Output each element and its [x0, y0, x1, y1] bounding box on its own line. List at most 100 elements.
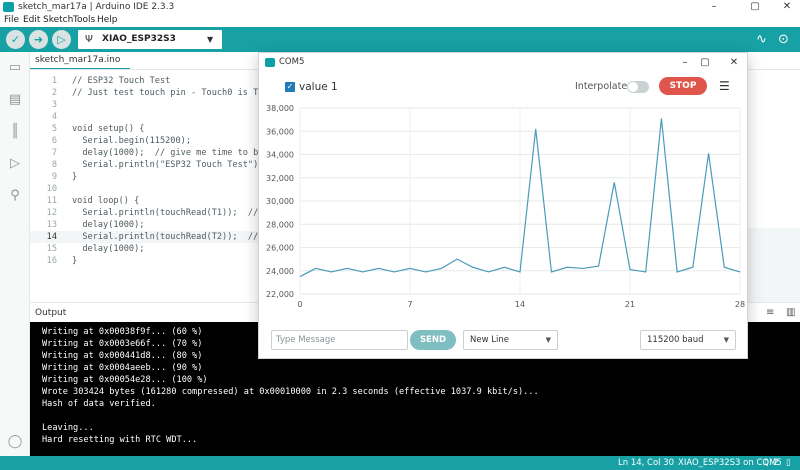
notification-count: 2 — [773, 458, 779, 468]
debug-button[interactable]: ▷ — [52, 30, 71, 49]
code-text: delay(1000); // give me time to brin — [72, 148, 274, 158]
code-text: delay(1000); — [72, 220, 145, 230]
send-button[interactable]: SEND — [410, 330, 456, 350]
plotter-maximize-button[interactable]: ▢ — [695, 53, 715, 72]
code-line[interactable]: 11 void loop() { — [30, 195, 270, 207]
debugger-icon: ▷ — [57, 33, 66, 46]
tab-sketch[interactable]: sketch_mar17a.ino — [30, 52, 130, 70]
serial-plotter-icon[interactable]: ∿ — [756, 30, 767, 49]
code-text: Serial.println("ESP32 Touch Test"); — [72, 160, 264, 170]
interpolate-toggle[interactable] — [627, 81, 649, 93]
line-number: 3 — [51, 100, 57, 110]
code-line[interactable]: 9} — [30, 171, 270, 183]
console-line: Writing at 0x00054e28... (100 %) — [42, 375, 208, 385]
console-line: Wrote 303424 bytes (161280 compressed) a… — [42, 387, 539, 397]
close-button[interactable]: ✕ — [772, 0, 800, 14]
line-ending-value: New Line — [470, 335, 509, 345]
window-title: sketch_mar17a | Arduino IDE 2.3.3 — [18, 2, 175, 12]
code-line[interactable]: 7 delay(1000); // give me time to brin — [30, 147, 274, 159]
code-line[interactable]: 1 // ESP32 Touch Test — [30, 75, 270, 87]
boards-manager-icon[interactable]: ▤ — [7, 92, 23, 108]
cursor-position[interactable]: Ln 14, Col 30 — [618, 456, 674, 470]
menu-bar: File Edit Sketch Tools Help — [0, 14, 800, 27]
code-text: // ESP32 Touch Test — [72, 76, 171, 86]
code-line[interactable]: 13 delay(1000); — [30, 219, 270, 231]
code-text: void loop() { — [72, 196, 140, 206]
code-text: Serial.begin(115200); — [72, 136, 191, 146]
activity-bar: ▭ ▤ ║ ▷ ⚲ ◯ — [0, 52, 30, 470]
message-input[interactable] — [271, 330, 408, 350]
maximize-button[interactable]: ▢ — [740, 0, 770, 14]
plotter-close-button[interactable]: ✕ — [724, 53, 744, 72]
line-number: 6 — [51, 136, 57, 146]
lock-scroll-icon[interactable]: ▥ — [786, 303, 795, 323]
baud-value: 115200 baud — [647, 335, 704, 345]
menu-file[interactable]: File — [4, 14, 19, 27]
chevron-down-icon: ▼ — [207, 35, 214, 44]
upload-button[interactable]: ➜ — [29, 30, 48, 49]
title-bar: sketch_mar17a | Arduino IDE 2.3.3 – ▢ ✕ — [0, 0, 800, 14]
line-ending-select[interactable]: New Line ▼ — [463, 330, 558, 350]
search-icon[interactable]: ⚲ — [7, 188, 23, 204]
y-tick-label: 24,000 — [266, 267, 294, 276]
y-tick-label: 22,000 — [266, 290, 294, 299]
line-number: 2 — [51, 88, 57, 98]
code-text: } — [72, 172, 78, 182]
x-tick-label: 7 — [407, 300, 412, 309]
y-tick-label: 26,000 — [266, 244, 294, 253]
library-icon[interactable]: ║ — [7, 124, 23, 140]
plotter-app-icon — [265, 58, 275, 67]
menu-tools[interactable]: Tools — [73, 14, 95, 27]
code-line[interactable]: 5 void setup() { — [30, 123, 270, 135]
code-line[interactable]: 15 delay(1000); — [30, 243, 270, 255]
console-line: Writing at 0x00038f9f... (60 %) — [42, 327, 203, 337]
folder-icon[interactable]: ▭ — [7, 60, 23, 76]
code-text: delay(1000); — [72, 244, 145, 254]
code-line[interactable]: 14 Serial.println(touchRead(T2)); // ge — [30, 231, 274, 243]
board-selector[interactable]: Ψ XIAO_ESP32S3 ▼ — [78, 30, 222, 49]
minimize-button[interactable]: – — [699, 0, 729, 14]
notification-bell-icon[interactable]: ♫ — [762, 456, 770, 470]
stop-button[interactable]: STOP — [659, 77, 707, 95]
menu-help[interactable]: Help — [97, 14, 118, 27]
console-line: Writing at 0x0004aeeb... (90 %) — [42, 363, 203, 373]
debug-icon[interactable]: ▷ — [7, 156, 23, 172]
menu-edit[interactable]: Edit — [23, 14, 40, 27]
code-line[interactable]: 10 — [30, 183, 270, 195]
clear-output-icon[interactable]: ≡ — [766, 303, 774, 323]
code-text: Serial.println(touchRead(T2)); // ge — [72, 232, 274, 242]
x-tick-label: 28 — [735, 300, 745, 309]
code-line[interactable]: 16} — [30, 255, 270, 267]
code-line[interactable]: 12 Serial.println(touchRead(T1)); // ge — [30, 207, 274, 219]
baud-select[interactable]: 115200 baud ▼ — [640, 330, 736, 350]
code-text: } — [72, 256, 78, 266]
code-line[interactable]: 4 — [30, 111, 270, 123]
code-line[interactable]: 3 — [30, 99, 270, 111]
line-number: 14 — [46, 232, 57, 242]
line-number: 11 — [46, 196, 57, 206]
account-icon[interactable]: ◯ — [7, 434, 23, 450]
code-line[interactable]: 8 Serial.println("ESP32 Touch Test"); — [30, 159, 270, 171]
arduino-app-icon — [3, 2, 14, 12]
plotter-title: COM5 — [279, 57, 305, 67]
serial-monitor-icon[interactable]: ⊙ — [778, 30, 789, 49]
series-checkbox[interactable]: ✓ — [285, 82, 295, 92]
console-line: Leaving... — [42, 423, 94, 433]
menu-sketch[interactable]: Sketch — [43, 14, 73, 27]
editor-gutter-shade — [748, 228, 800, 302]
line-number: 5 — [51, 124, 57, 134]
toolbar: ✓ ➜ ▷ Ψ XIAO_ESP32S3 ▼ ∿ ⊙ — [0, 27, 800, 52]
code-line[interactable]: 6 Serial.begin(115200); — [30, 135, 270, 147]
clear-plot-icon[interactable]: ☰ — [719, 79, 730, 93]
plotter-minimize-button[interactable]: – — [675, 53, 695, 72]
x-tick-label: 14 — [515, 300, 525, 309]
code-line[interactable]: 2 // Just test touch pin - Touch0 is T0 w — [30, 87, 274, 99]
line-number: 10 — [46, 184, 57, 194]
verify-button[interactable]: ✓ — [6, 30, 25, 49]
panel-toggle-icon[interactable]: ▯ — [786, 456, 791, 470]
line-number: 7 — [51, 148, 57, 158]
y-tick-label: 34,000 — [266, 151, 294, 160]
console-line: Hard resetting with RTC WDT... — [42, 435, 198, 445]
console-line: Writing at 0x000441d8... (80 %) — [42, 351, 203, 361]
series-label: value 1 — [299, 81, 338, 93]
